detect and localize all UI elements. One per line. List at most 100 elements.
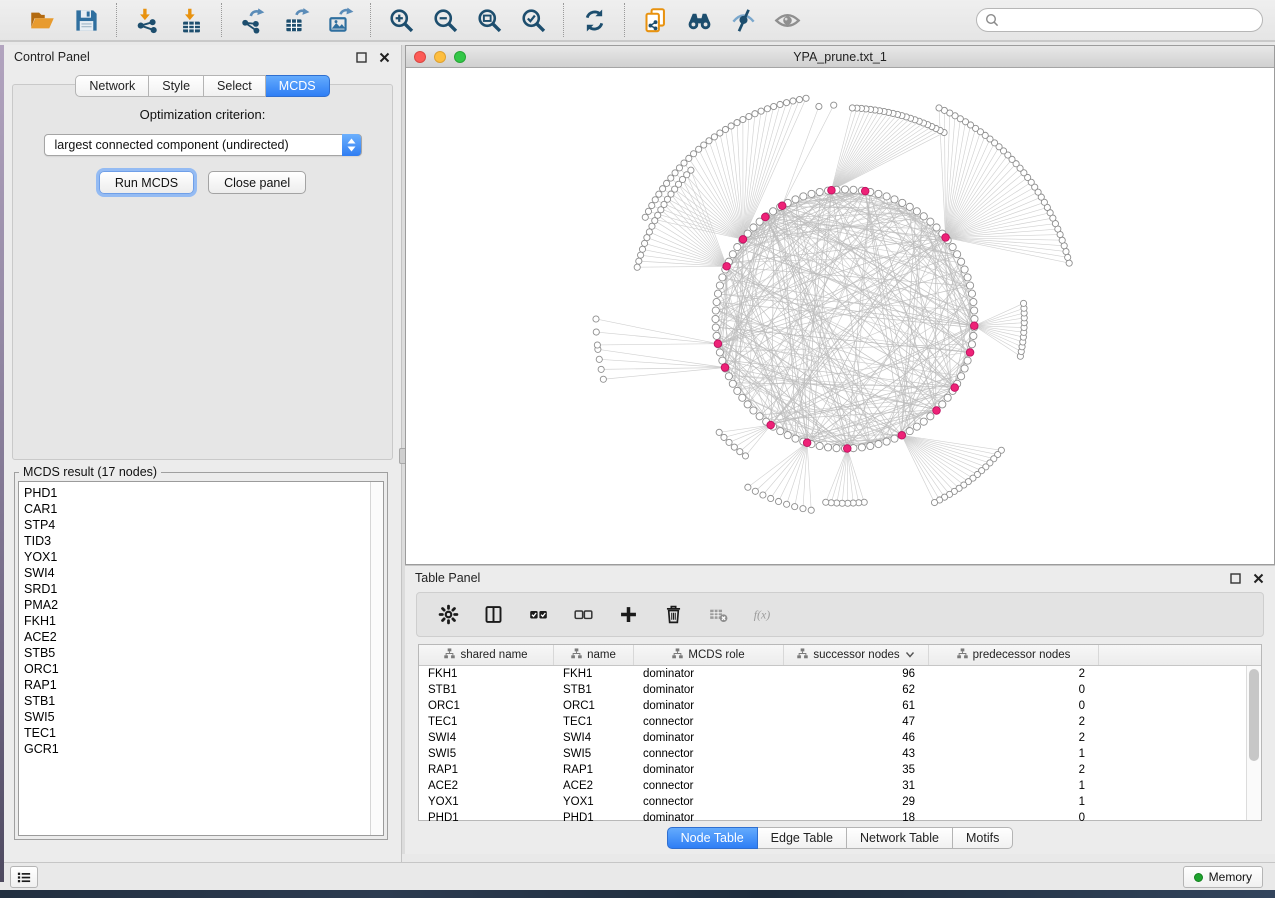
mcds-result-box: MCDS result (17 nodes) PHD1CAR1STP4TID3Y… <box>14 465 388 840</box>
control-panel-title: Control Panel <box>14 50 90 64</box>
result-list-item[interactable]: STB5 <box>24 645 370 661</box>
tab-mcds[interactable]: MCDS <box>266 75 330 97</box>
shared-column-icon <box>797 648 808 662</box>
table-row[interactable]: YOX1YOX1connector291 <box>419 794 1261 810</box>
refresh-network-icon[interactable] <box>579 5 609 35</box>
select-all-icon[interactable] <box>526 603 550 627</box>
function-builder-icon: f(x) <box>751 603 775 627</box>
status-menu-button[interactable] <box>10 866 38 888</box>
show-graphics-details-icon[interactable] <box>772 5 802 35</box>
table-toolbar: f(x) <box>416 592 1264 637</box>
close-panel-button[interactable]: Close panel <box>208 171 306 194</box>
run-mcds-button[interactable]: Run MCDS <box>99 171 194 194</box>
tab-edge-table[interactable]: Edge Table <box>758 827 847 849</box>
column-header-shared-name[interactable]: shared name <box>419 645 554 665</box>
export-image-icon[interactable] <box>325 5 355 35</box>
import-table-icon[interactable] <box>176 5 206 35</box>
export-table-icon[interactable] <box>281 5 311 35</box>
tab-style[interactable]: Style <box>149 75 204 97</box>
result-list-item[interactable]: ACE2 <box>24 629 370 645</box>
network-window-titlebar[interactable]: YPA_prune.txt_1 <box>406 46 1274 68</box>
sort-desc-icon <box>905 649 915 661</box>
column-header-name[interactable]: name <box>554 645 634 665</box>
search-icon <box>985 13 999 32</box>
hide-graphics-details-icon[interactable] <box>728 5 758 35</box>
result-list-item[interactable]: STB1 <box>24 693 370 709</box>
control-panel: Control Panel NetworkStyleSelectMCDS Opt… <box>4 45 402 862</box>
network-graph[interactable] <box>406 68 1274 564</box>
result-list-item[interactable]: PHD1 <box>24 485 370 501</box>
table-scrollbar[interactable] <box>1246 666 1261 820</box>
svg-text:f(x): f(x) <box>753 608 770 622</box>
result-list-item[interactable]: YOX1 <box>24 549 370 565</box>
mcds-result-list[interactable]: PHD1CAR1STP4TID3YOX1SWI4SRD1PMA2FKH1ACE2… <box>19 482 370 835</box>
zoom-selected-icon[interactable] <box>518 5 548 35</box>
table-scrollbar-thumb[interactable] <box>1249 669 1259 761</box>
result-list-item[interactable]: FKH1 <box>24 613 370 629</box>
network-window: YPA_prune.txt_1 <box>405 45 1275 565</box>
column-header-predecessor-nodes[interactable]: predecessor nodes <box>929 645 1099 665</box>
save-session-icon[interactable] <box>71 5 101 35</box>
result-list-item[interactable]: SWI5 <box>24 709 370 725</box>
result-list-item[interactable]: ORC1 <box>24 661 370 677</box>
table-row[interactable]: FKH1FKH1dominator962 <box>419 666 1261 682</box>
zoom-fit-icon[interactable] <box>474 5 504 35</box>
app-window: Control Panel NetworkStyleSelectMCDS Opt… <box>0 0 1275 890</box>
float-table-panel-icon[interactable] <box>1228 571 1242 585</box>
table-row[interactable]: ACE2ACE2connector311 <box>419 778 1261 794</box>
delete-row-icon[interactable] <box>661 603 685 627</box>
tab-select[interactable]: Select <box>204 75 266 97</box>
show-columns-icon[interactable] <box>481 603 505 627</box>
tab-motifs[interactable]: Motifs <box>953 827 1013 849</box>
add-row-icon[interactable] <box>616 603 640 627</box>
table-header-row: shared name name MCDS role successor nod… <box>419 645 1261 666</box>
result-list-item[interactable]: RAP1 <box>24 677 370 693</box>
table-row[interactable]: RAP1RAP1dominator352 <box>419 762 1261 778</box>
close-panel-icon[interactable] <box>377 50 391 64</box>
result-list-item[interactable]: TEC1 <box>24 725 370 741</box>
memory-button[interactable]: Memory <box>1183 866 1263 888</box>
table-row[interactable]: ORC1ORC1dominator610 <box>419 698 1261 714</box>
tab-network[interactable]: Network <box>75 75 149 97</box>
unselect-all-icon[interactable] <box>571 603 595 627</box>
table-row[interactable]: SWI5SWI5connector431 <box>419 746 1261 762</box>
result-list-item[interactable]: SRD1 <box>24 581 370 597</box>
import-network-icon[interactable] <box>132 5 162 35</box>
find-icon[interactable] <box>684 5 714 35</box>
result-list-item[interactable]: CAR1 <box>24 501 370 517</box>
result-list-item[interactable]: GCR1 <box>24 741 370 757</box>
table-row[interactable]: PHD1PHD1dominator180 <box>419 810 1261 826</box>
result-list-item[interactable]: PMA2 <box>24 597 370 613</box>
search-input[interactable] <box>976 8 1263 32</box>
delete-table-icon <box>706 603 730 627</box>
clone-network-icon[interactable] <box>640 5 670 35</box>
table-row[interactable]: TEC1TEC1connector472 <box>419 714 1261 730</box>
result-list-item[interactable]: SWI4 <box>24 565 370 581</box>
toolbar-group <box>12 3 116 37</box>
open-file-icon[interactable] <box>27 5 57 35</box>
toolbar-group <box>221 3 370 37</box>
table-row[interactable]: SWI4SWI4dominator462 <box>419 730 1261 746</box>
column-header-successor-nodes[interactable]: successor nodes <box>784 645 929 665</box>
float-panel-icon[interactable] <box>354 50 368 64</box>
optimization-select[interactable]: largest connected component (undirected) <box>44 134 362 156</box>
shared-column-icon <box>672 648 683 662</box>
tab-node-table[interactable]: Node Table <box>667 827 758 849</box>
optimization-label: Optimization criterion: <box>13 107 392 122</box>
close-table-panel-icon[interactable] <box>1251 571 1265 585</box>
tab-network-table[interactable]: Network Table <box>847 827 953 849</box>
column-header-MCDS-role[interactable]: MCDS role <box>634 645 784 665</box>
settings-gear-icon[interactable] <box>436 603 460 627</box>
network-canvas[interactable] <box>406 68 1274 564</box>
toolbar-group <box>624 3 817 37</box>
result-list-item[interactable]: TID3 <box>24 533 370 549</box>
result-list-item[interactable]: STP4 <box>24 517 370 533</box>
table-body: FKH1FKH1dominator962STB1STB1dominator620… <box>419 666 1261 826</box>
zoom-out-icon[interactable] <box>430 5 460 35</box>
main-toolbar <box>0 0 1275 42</box>
zoom-in-icon[interactable] <box>386 5 416 35</box>
list-icon <box>17 871 31 884</box>
result-scrollbar[interactable] <box>370 482 383 835</box>
export-network-icon[interactable] <box>237 5 267 35</box>
table-row[interactable]: STB1STB1dominator620 <box>419 682 1261 698</box>
